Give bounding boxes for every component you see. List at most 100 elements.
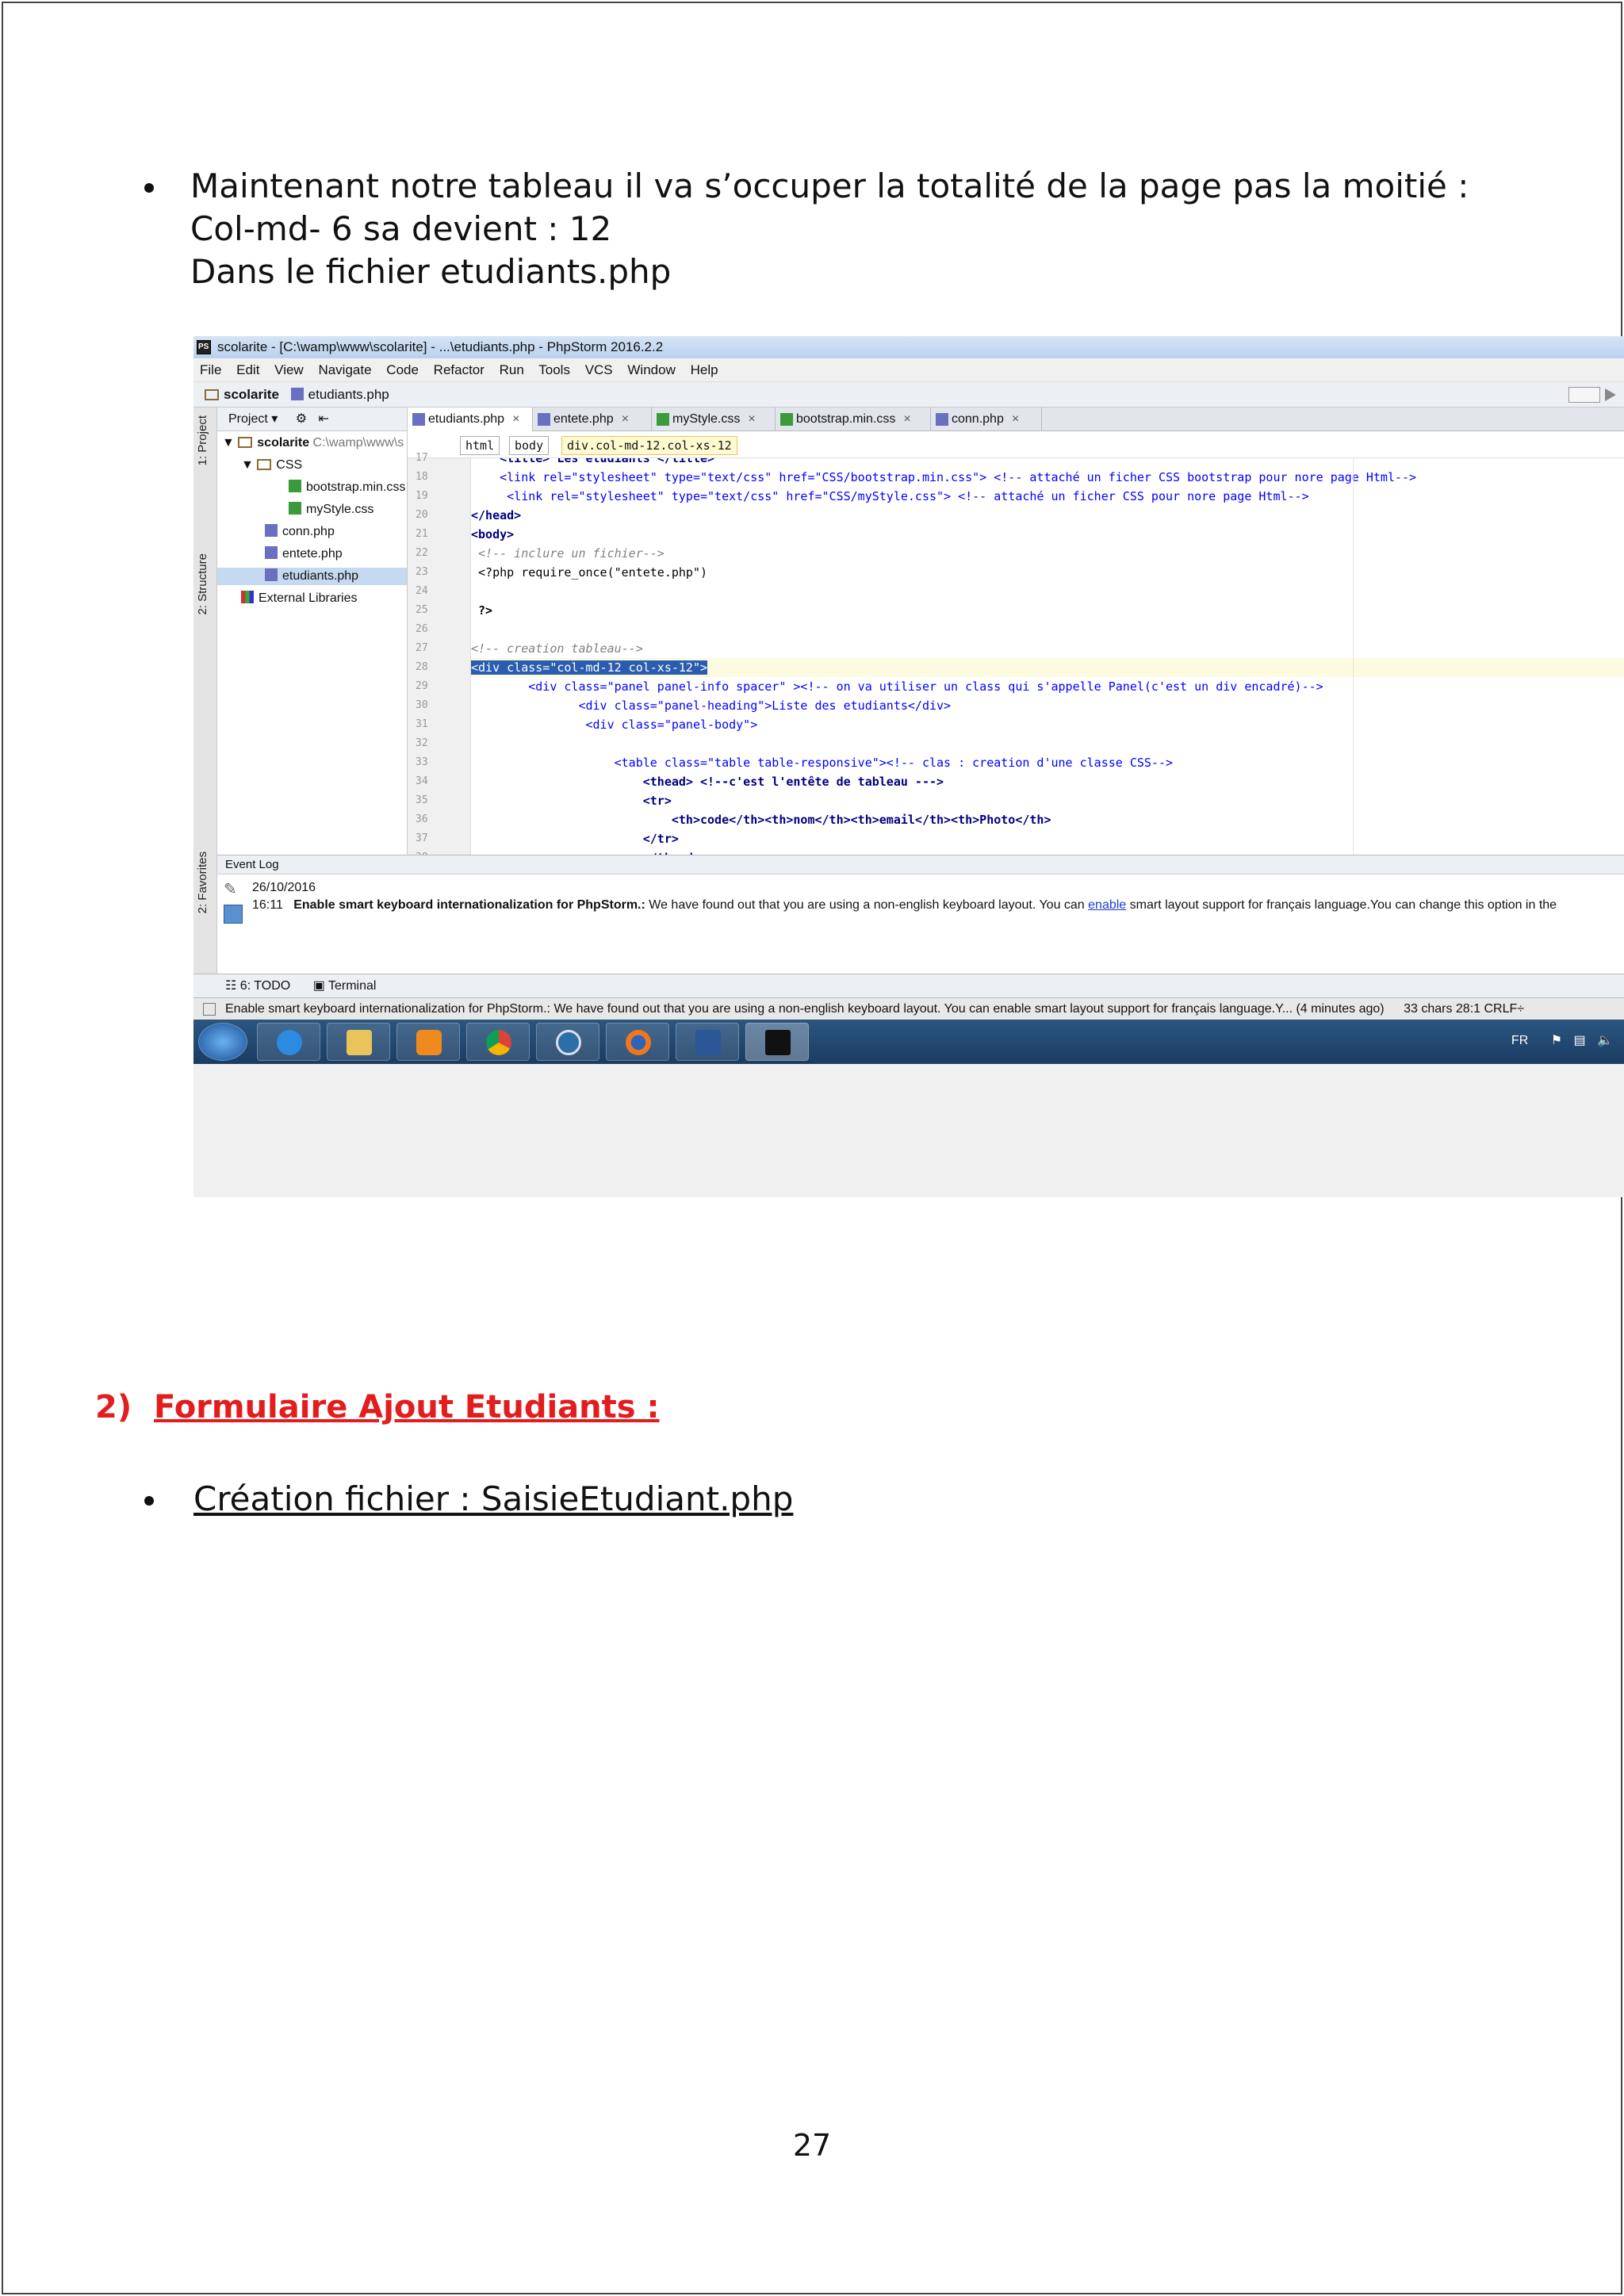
firefox-taskbar-button[interactable]: [606, 1023, 669, 1061]
tree-file-entete[interactable]: entete.php: [265, 545, 343, 563]
settings-icon[interactable]: ⚙: [296, 412, 307, 426]
folder-icon: [238, 437, 253, 448]
php-file-icon: [290, 388, 304, 400]
tree-file-bootstrap[interactable]: bootstrap.min.css: [289, 479, 405, 496]
tab-label: myStyle.css: [672, 412, 741, 426]
collapse-icon[interactable]: ⇤: [319, 412, 329, 426]
tree-root-path: C:\wamp\www\s: [312, 436, 404, 450]
code-line: </thead>: [471, 848, 1624, 855]
tree-external-label: External Libraries: [259, 591, 358, 605]
project-view-dropdown[interactable]: Project ▾: [228, 412, 278, 426]
tree-file-label: conn.php: [282, 525, 335, 538]
tree-file-mystyle[interactable]: myStyle.css: [289, 501, 373, 519]
line-number: 19: [416, 490, 428, 502]
tab-label: conn.php: [952, 412, 1004, 426]
wrench-icon[interactable]: ✎: [224, 879, 243, 898]
folder-icon: [347, 1030, 372, 1055]
code-editor[interactable]: <title> Les etudiants </title> <link rel…: [471, 458, 1624, 855]
todo-tab[interactable]: 6: TODO: [240, 979, 290, 993]
menu-help[interactable]: Help: [691, 362, 718, 377]
chrome-icon: [486, 1030, 511, 1055]
word-taskbar-button[interactable]: [676, 1023, 739, 1061]
language-indicator[interactable]: FR: [1511, 1034, 1528, 1047]
window-title-bar: scolarite - [C:\wamp\www\scolarite] - ..…: [193, 336, 1624, 358]
nav-file[interactable]: etudiants.php: [308, 387, 389, 402]
favorites-tool-tab[interactable]: 2: Favorites: [196, 851, 209, 913]
code-line: ?>: [471, 603, 493, 618]
close-icon[interactable]: ×: [748, 412, 755, 426]
event-message: 16:11 Enable smart keyboard internationa…: [252, 897, 1557, 914]
menu-navigate[interactable]: Navigate: [318, 362, 371, 377]
run-config-dropdown[interactable]: [1568, 387, 1600, 403]
css-file-icon: [289, 480, 301, 492]
tab-entete[interactable]: entete.php ×: [533, 408, 652, 431]
menu-file[interactable]: File: [200, 362, 221, 377]
menu-edit[interactable]: Edit: [236, 362, 259, 377]
crumb-body[interactable]: body: [509, 436, 550, 455]
chrome-taskbar-button[interactable]: [466, 1023, 530, 1061]
tab-label: bootstrap.min.css: [796, 412, 896, 426]
folder-icon: [257, 459, 272, 470]
flag-icon[interactable]: ⚑: [1551, 1034, 1562, 1047]
ie-taskbar-button[interactable]: [257, 1023, 320, 1061]
code-line: <div class="panel-heading">Liste des etu…: [471, 698, 952, 713]
expand-arrow-icon: ▼: [222, 436, 239, 450]
close-icon[interactable]: ×: [622, 412, 629, 426]
line-number: 37: [416, 832, 428, 844]
explorer-taskbar-button[interactable]: [327, 1023, 390, 1061]
tab-mystyle[interactable]: myStyle.css ×: [652, 408, 776, 431]
system-tray: FR ⚑ ▤ 🔈: [1511, 1032, 1613, 1048]
code-line: <th>code</th><th>nom</th><th>email</th><…: [471, 813, 1051, 827]
enable-link[interactable]: enable: [1088, 898, 1126, 912]
tree-file-etudiants[interactable]: etudiants.php: [217, 568, 407, 585]
status-toggle-icon[interactable]: [203, 1003, 216, 1016]
network-icon[interactable]: ▤: [1574, 1034, 1586, 1047]
app-taskbar-button[interactable]: [536, 1023, 599, 1061]
close-icon[interactable]: ×: [1012, 412, 1019, 426]
tree-root[interactable]: ▼ scolarite C:\wamp\www\s: [222, 434, 404, 452]
tab-conn[interactable]: conn.php ×: [931, 408, 1042, 431]
section-number: 2): [95, 1389, 132, 1425]
menu-code[interactable]: Code: [386, 362, 419, 377]
left-tool-strip: 1: Project 2: Structure 2: Favorites: [193, 408, 217, 974]
terminal-tab[interactable]: Terminal: [328, 979, 376, 993]
menu-window[interactable]: Window: [627, 362, 675, 377]
menu-tools[interactable]: Tools: [538, 362, 570, 377]
start-button[interactable]: [198, 1023, 247, 1061]
menu-view[interactable]: View: [274, 362, 304, 377]
nav-project[interactable]: scolarite: [224, 387, 279, 402]
phpstorm-taskbar-button[interactable]: [745, 1023, 809, 1061]
code-line: </head>: [471, 508, 522, 522]
menu-vcs[interactable]: VCS: [585, 362, 613, 377]
tab-bootstrap[interactable]: bootstrap.min.css ×: [776, 408, 931, 431]
tree-file-conn[interactable]: conn.php: [265, 523, 335, 541]
line-number: 22: [416, 547, 428, 559]
code-line: <div class="panel-body">: [471, 718, 758, 732]
menu-run[interactable]: Run: [500, 362, 524, 377]
section-title: Formulaire Ajout Etudiants :: [153, 1389, 660, 1425]
project-tool-tab[interactable]: 1: Project: [196, 415, 209, 465]
close-icon[interactable]: ×: [903, 412, 910, 426]
volume-icon[interactable]: 🔈: [1597, 1034, 1613, 1047]
tree-folder-css[interactable]: ▼ CSS: [241, 457, 302, 474]
close-icon[interactable]: ×: [512, 412, 519, 426]
run-icon[interactable]: [1605, 388, 1616, 401]
ie-icon: [277, 1030, 302, 1055]
line-number: 36: [416, 813, 428, 825]
expand-arrow-icon: ▼: [241, 458, 258, 472]
line-number: 31: [416, 718, 428, 730]
code-line: <!-- inclure un fichier-->: [471, 546, 665, 561]
tree-external-libraries[interactable]: External Libraries: [241, 590, 358, 607]
media-taskbar-button[interactable]: [396, 1023, 460, 1061]
crumb-div[interactable]: div.col-md-12.col-xs-12: [561, 436, 737, 455]
tab-etudiants[interactable]: etudiants.php ×: [408, 408, 533, 431]
tree-file-label: entete.php: [282, 547, 343, 561]
code-line: </tr>: [471, 832, 679, 846]
balloon-icon[interactable]: [224, 905, 243, 924]
structure-tool-tab[interactable]: 2: Structure: [196, 553, 209, 615]
menu-refactor[interactable]: Refactor: [434, 362, 485, 377]
line-number: 21: [416, 528, 428, 540]
crumb-html[interactable]: html: [460, 436, 500, 455]
